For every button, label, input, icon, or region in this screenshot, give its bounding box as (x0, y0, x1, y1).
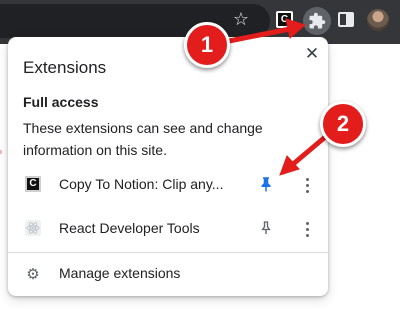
more-options-icon[interactable] (299, 219, 315, 239)
pin-icon-pinned[interactable] (257, 175, 275, 193)
copy-to-notion-toolbar-icon[interactable]: C (276, 11, 293, 28)
star-icon[interactable]: ☆ (230, 9, 252, 31)
gear-icon: ⚙ (26, 265, 40, 283)
copy-to-notion-icon: C (25, 176, 41, 192)
react-atom-icon (26, 222, 40, 234)
extension-name[interactable]: React Developer Tools (59, 220, 200, 236)
annotation-marker-2: 2 (320, 101, 366, 147)
full-access-description: These extensions can see and change info… (23, 120, 263, 158)
more-options-icon[interactable] (299, 175, 315, 195)
puzzle-icon (309, 12, 326, 29)
manage-extensions-label[interactable]: Manage extensions (59, 265, 180, 281)
extensions-popup: Extensions ✕ Full access These extension… (8, 37, 328, 296)
annotation-marker-1: 1 (184, 22, 230, 68)
divider (8, 252, 328, 253)
copy-to-notion-icon-glyph: C (278, 13, 291, 26)
pin-icon-unpinned[interactable] (257, 219, 275, 237)
react-devtools-icon (25, 220, 41, 236)
extension-row-copy-to-notion[interactable]: C Copy To Notion: Clip any... (8, 167, 328, 203)
extension-name[interactable]: Copy To Notion: Clip any... (59, 176, 223, 192)
page-edge-mark (0, 150, 2, 154)
full-access-heading: Full access (23, 94, 99, 110)
close-icon[interactable]: ✕ (302, 44, 322, 64)
side-panel-icon[interactable] (338, 12, 354, 27)
extension-row-react-developer-tools[interactable]: React Developer Tools (8, 211, 328, 247)
popup-title: Extensions (23, 58, 107, 77)
manage-extensions-row[interactable]: ⚙ Manage extensions (8, 259, 328, 289)
profile-avatar[interactable] (367, 9, 389, 31)
extensions-puzzle-button[interactable] (303, 7, 331, 35)
